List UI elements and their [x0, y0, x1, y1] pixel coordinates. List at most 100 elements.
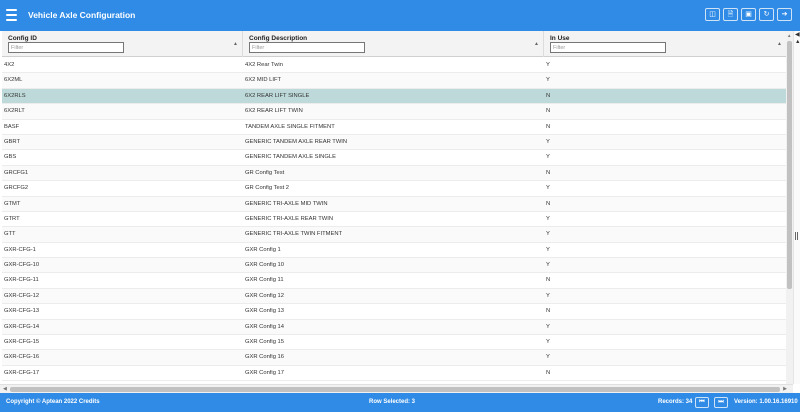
sort-icon[interactable]: ▲ — [233, 41, 238, 47]
page-title: Vehicle Axle Configuration — [28, 10, 136, 20]
table-cell: GXR Config 14 — [245, 323, 284, 330]
table-cell: GRCFG1 — [4, 169, 29, 176]
table-row[interactable]: GXR-CFG-13 GXR Config 13 N — [2, 304, 786, 320]
table-cell: 6X2RLT — [4, 108, 25, 115]
collapse-left-icon[interactable]: ◀ — [795, 31, 800, 38]
table-cell: TANDEM AXLE SINGLE FITMENT — [245, 123, 335, 130]
table-cell: GXR Config 15 — [245, 339, 284, 346]
grid-body: 4X2 4X2 Rear Twin Y 6X2ML 6X2 MID LIFT Y 6X2RL… — [2, 58, 786, 384]
table-row[interactable]: GRCFG2 GR Config Test 2 Y — [2, 181, 786, 197]
pin-icon[interactable]: ▲ — [795, 39, 800, 45]
menu-icon[interactable] — [6, 9, 17, 21]
table-cell: GXR-CFG-13 — [4, 308, 40, 315]
table-cell: 6X2 REAR LIFT TWIN — [245, 108, 303, 115]
table-cell: 6X2RLS — [4, 92, 26, 99]
column-label[interactable]: Config ID — [8, 35, 37, 42]
table-cell: BASF — [4, 123, 20, 130]
copyright-text[interactable]: Copyright © Aptean 2022 Credits — [6, 399, 100, 405]
status-bar: Copyright © Aptean 2022 Credits Row Sele… — [0, 393, 800, 412]
table-row[interactable]: GTT GENERIC TRI-AXLE TWIN FITMENT Y — [2, 227, 786, 243]
table-cell: Y — [546, 354, 550, 361]
table-row[interactable]: GBS GENERIC TANDEM AXLE SINGLE Y — [2, 150, 786, 166]
sort-icon[interactable]: ▲ — [777, 41, 782, 47]
table-cell: GXR Config 10 — [245, 262, 284, 269]
table-cell: GXR-CFG-14 — [4, 323, 40, 330]
scroll-thumb[interactable] — [787, 41, 792, 289]
table-cell: Y — [546, 231, 550, 238]
table-cell: Y — [546, 292, 550, 299]
table-row[interactable]: 6X2RLS 6X2 REAR LIFT SINGLE N — [2, 88, 786, 105]
table-row[interactable]: 6X2RLT 6X2 REAR LIFT TWIN N — [2, 104, 786, 120]
table-cell: GXR Config 1 — [245, 246, 281, 253]
scroll-thumb[interactable] — [10, 387, 780, 392]
view-icon[interactable]: ◫ — [705, 8, 720, 21]
table-row[interactable]: BASF TANDEM AXLE SINGLE FITMENT N — [2, 120, 786, 135]
column-in-use[interactable]: In Use ▲ — [544, 31, 786, 57]
exit-icon[interactable]: ➔ — [777, 8, 792, 21]
table-row[interactable]: GXR-CFG-1 GXR Config 1 Y — [2, 243, 786, 259]
table-row[interactable]: GTRT GENERIC TRI-AXLE REAR TWIN Y — [2, 212, 786, 228]
table-cell: GENERIC TANDEM AXLE REAR TWIN — [245, 138, 348, 145]
app-header: Vehicle Axle Configuration ◫ 🗎 ▣ ↻ ➔ — [0, 0, 800, 31]
resize-grip-icon[interactable] — [795, 232, 798, 240]
table-cell: GXR-CFG-1 — [4, 246, 36, 253]
column-label[interactable]: In Use — [550, 35, 570, 42]
scroll-right-icon[interactable]: ▶ — [783, 386, 787, 392]
config-description-filter[interactable] — [249, 42, 365, 53]
table-cell: GXR-CFG-12 — [4, 292, 40, 299]
scroll-up-icon[interactable]: ▲ — [787, 33, 791, 38]
table-row[interactable]: 6X2ML 6X2 MID LIFT Y — [2, 73, 786, 89]
table-row[interactable]: GXR-CFG-15 GXR Config 15 Y — [2, 335, 786, 351]
export-icon[interactable]: 🗎 — [723, 8, 738, 21]
table-cell: GXR-CFG-17 — [4, 369, 40, 376]
table-cell: 6X2ML — [4, 77, 23, 84]
scroll-left-icon[interactable]: ◀ — [3, 386, 7, 392]
table-cell: N — [546, 200, 551, 207]
side-panel-toggle: ◀ ▲ — [793, 31, 800, 384]
table-cell: Y — [546, 323, 550, 330]
config-id-filter[interactable] — [8, 42, 124, 53]
horizontal-scrollbar[interactable]: ◀ ▶ — [0, 384, 793, 393]
table-cell: GXR-CFG-16 — [4, 354, 40, 361]
table-cell: Y — [546, 339, 550, 346]
column-label[interactable]: Config Description — [249, 35, 307, 42]
table-cell: GENERIC TRI-AXLE TWIN FITMENT — [245, 231, 343, 238]
table-cell: Y — [546, 215, 550, 222]
table-row[interactable]: GTMT GENERIC TRI-AXLE MID TWIN N — [2, 196, 786, 212]
table-cell: N — [546, 169, 551, 176]
table-cell: 6X2 MID LIFT — [245, 77, 282, 84]
table-cell: N — [546, 92, 551, 99]
table-cell: Y — [546, 77, 550, 84]
column-config-id[interactable]: Config ID ▲ — [2, 31, 243, 57]
table-row[interactable]: GXR-CFG-16 GXR Config 16 Y — [2, 350, 786, 366]
last-page-icon[interactable]: ⏭ — [714, 397, 728, 408]
table-row[interactable]: GXR-CFG-14 GXR Config 14 Y — [2, 319, 786, 336]
table-cell: GXR Config 17 — [245, 369, 284, 376]
table-row[interactable]: GRCFG1 GR Config Test N — [2, 165, 786, 182]
table-cell: N — [546, 277, 551, 284]
version-text: Version: 1.00.16.16910 — [734, 399, 798, 405]
table-cell: GR Config Test — [245, 169, 285, 176]
table-cell: GXR-CFG-15 — [4, 339, 40, 346]
table-row[interactable]: GXR-CFG-11 GXR Config 11 N — [2, 273, 786, 289]
grid-header: Config ID ▲ Config Description ▲ In Use … — [2, 31, 786, 57]
table-cell: GXR Config 16 — [245, 354, 284, 361]
table-row[interactable]: GXR-CFG-12 GXR Config 12 Y — [2, 288, 786, 305]
table-row[interactable]: GXR-CFG-17 GXR Config 17 N — [2, 366, 786, 382]
table-cell: Y — [546, 246, 550, 253]
table-cell: GBRT — [4, 138, 20, 145]
save-icon[interactable]: ▣ — [741, 8, 756, 21]
vertical-scrollbar[interactable]: ▲ — [786, 31, 793, 384]
in-use-filter[interactable] — [550, 42, 666, 53]
refresh-icon[interactable]: ↻ — [759, 8, 774, 21]
toolbar: ◫ 🗎 ▣ ↻ ➔ — [705, 8, 792, 21]
column-config-description[interactable]: Config Description ▲ — [243, 31, 544, 57]
table-cell: GXR Config 11 — [245, 277, 284, 284]
table-row[interactable]: GBRT GENERIC TANDEM AXLE REAR TWIN Y — [2, 134, 786, 151]
sort-icon[interactable]: ▲ — [534, 41, 539, 47]
table-row[interactable]: 4X2 4X2 Rear Twin Y — [2, 58, 786, 74]
first-page-icon[interactable]: ⏮ — [695, 397, 709, 408]
table-row[interactable]: GXR-CFG-10 GXR Config 10 Y — [2, 258, 786, 274]
table-cell: N — [546, 308, 551, 315]
row-selected-count: Row Selected: 3 — [369, 399, 416, 405]
